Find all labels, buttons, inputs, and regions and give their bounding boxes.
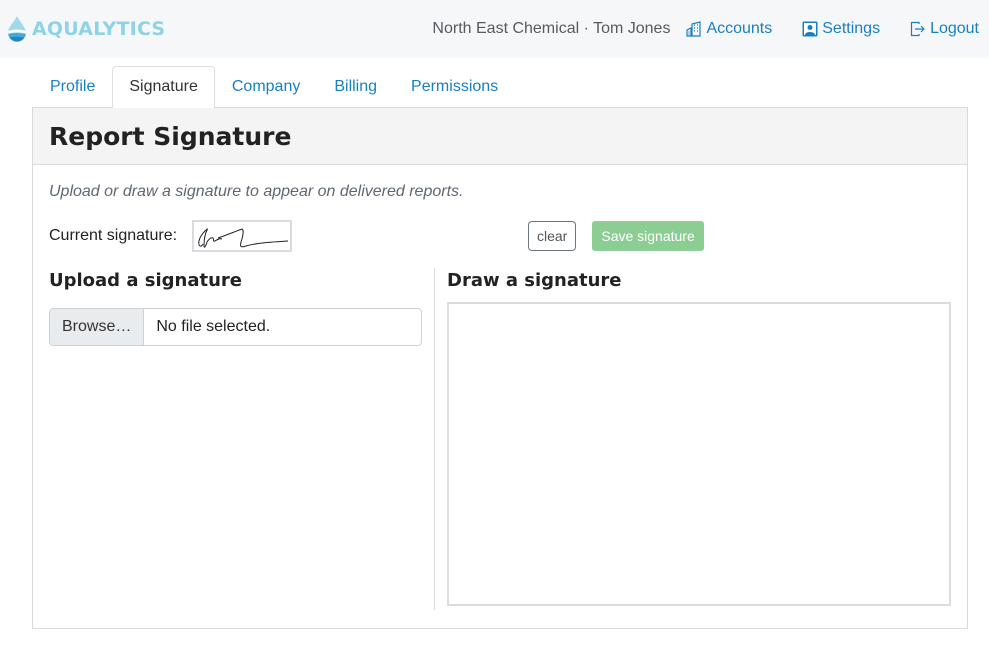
tab-profile[interactable]: Profile bbox=[33, 66, 112, 107]
current-signature-label: Current signature: bbox=[49, 227, 178, 244]
save-signature-button[interactable]: Save signature bbox=[592, 221, 704, 251]
help-text: Upload or draw a signature to appear on … bbox=[49, 183, 464, 200]
tab-signature[interactable]: Signature bbox=[112, 66, 215, 108]
draw-section: Draw a signature bbox=[434, 268, 951, 610]
accounts-link-label: Accounts bbox=[706, 20, 773, 37]
card-header: Report Signature bbox=[33, 108, 967, 165]
page-title: Report Signature bbox=[49, 121, 292, 151]
brand-name: AQUALYTICS bbox=[32, 18, 166, 40]
brand-logo[interactable]: AQUALYTICS bbox=[6, 15, 165, 43]
signature-draw-canvas[interactable] bbox=[447, 302, 951, 606]
building-icon bbox=[686, 21, 702, 37]
tab-billing[interactable]: Billing bbox=[317, 66, 394, 107]
logout-icon bbox=[910, 21, 925, 37]
logout-link[interactable]: Logout bbox=[910, 20, 979, 38]
upload-section-title: Upload a signature bbox=[49, 270, 242, 291]
current-signature-image bbox=[192, 220, 292, 252]
logout-link-label: Logout bbox=[930, 20, 979, 37]
top-navbar: AQUALYTICS North East Chemical · Tom Jon… bbox=[0, 0, 989, 58]
clear-button[interactable]: clear bbox=[528, 221, 577, 251]
accounts-link[interactable]: Accounts bbox=[686, 20, 772, 38]
file-status: No file selected. bbox=[156, 318, 271, 335]
signature-file-input[interactable]: Browse… No file selected. bbox=[49, 308, 422, 346]
current-signature-row: Current signature: clear Save signature bbox=[49, 220, 951, 252]
signature-card: Report Signature Upload or draw a signat… bbox=[32, 107, 968, 629]
settings-link[interactable]: Settings bbox=[802, 20, 880, 38]
tab-company[interactable]: Company bbox=[215, 66, 317, 107]
settings-link-label: Settings bbox=[822, 20, 881, 37]
tab-permissions[interactable]: Permissions bbox=[394, 66, 515, 107]
user-portrait-icon bbox=[802, 21, 818, 37]
user-account-info: North East Chemical · Tom Jones bbox=[432, 20, 671, 37]
browse-button[interactable]: Browse… bbox=[50, 309, 145, 345]
water-drop-icon bbox=[8, 16, 26, 42]
settings-tabs: Profile Signature Company Billing Permis… bbox=[32, 66, 968, 108]
draw-section-title: Draw a signature bbox=[447, 270, 622, 291]
upload-section: Upload a signature Browse… No file selec… bbox=[49, 268, 434, 610]
